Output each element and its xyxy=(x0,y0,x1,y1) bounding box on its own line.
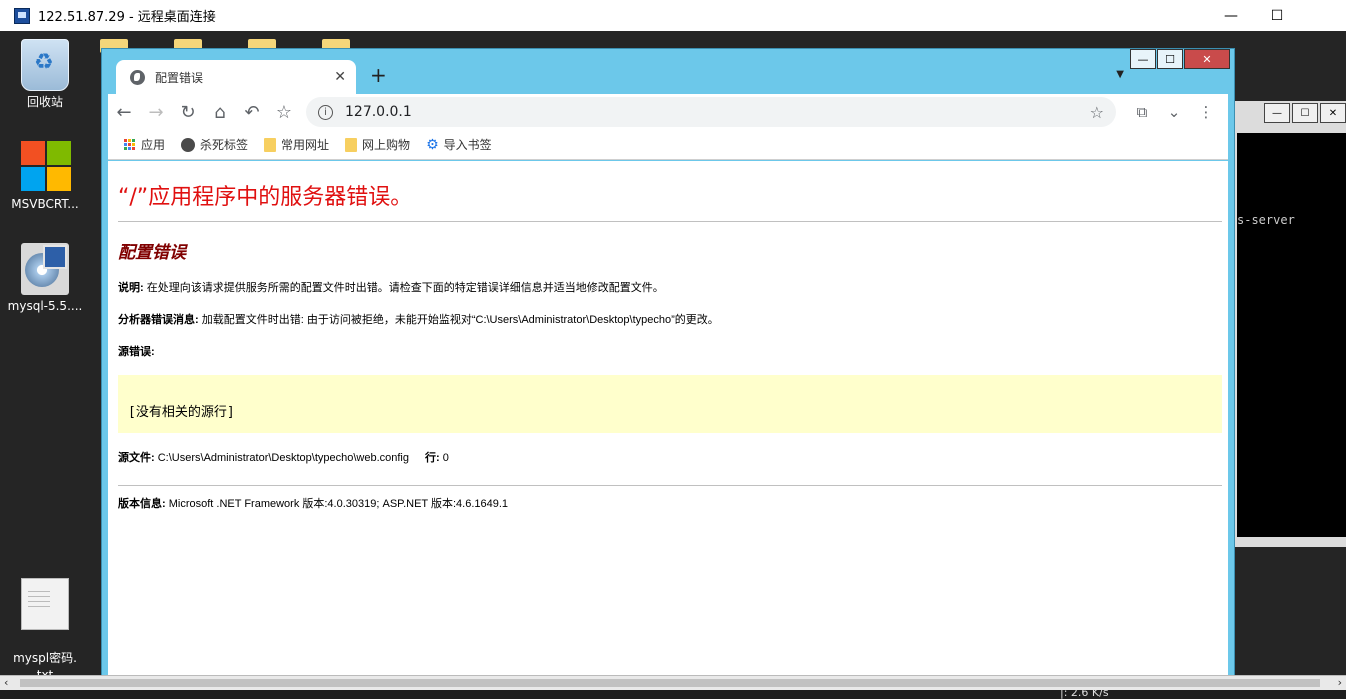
scrollbar-thumb[interactable] xyxy=(20,679,1320,687)
globe-icon xyxy=(181,137,196,152)
bookmark-label: 导入书签 xyxy=(443,138,492,152)
browser-maximize-button[interactable]: ☐ xyxy=(1157,49,1183,69)
rdp-window-title: 122.51.87.29 - 远程桌面连接 xyxy=(38,10,216,25)
desktop-icon-label: mysql-5.5.... xyxy=(7,299,83,313)
error-subtitle: 配置错误 xyxy=(118,243,186,263)
browser-toolbar: ← → ↻ ⌂ ↶ ☆ i 127.0.0.1 ☆ ⧉ ⌄ ⋮ xyxy=(108,94,1228,130)
source-file-info: 源文件: C:\Users\Administrator\Desktop\type… xyxy=(118,449,1222,465)
source-file-path: C:\Users\Administrator\Desktop\typecho\w… xyxy=(154,452,409,464)
globe-icon xyxy=(130,69,145,85)
source-error-heading: 源错误: xyxy=(118,343,1222,359)
recycle-bin-icon xyxy=(21,39,69,91)
line-number: 0 xyxy=(439,452,449,464)
bookmark-common-sites[interactable]: 常用网址 xyxy=(264,136,329,153)
browser-window-controls: — ☐ ✕ xyxy=(1129,49,1230,69)
bookmark-label: 应用 xyxy=(141,138,166,152)
scroll-right-icon[interactable]: › xyxy=(1338,676,1342,689)
new-tab-button[interactable]: + xyxy=(370,63,387,87)
back-arrow-icon[interactable]: ← xyxy=(108,102,140,123)
reload-icon[interactable]: ↻ xyxy=(172,102,204,123)
folder-icon xyxy=(264,137,277,152)
installer-disc-icon xyxy=(21,243,69,295)
horizontal-scrollbar[interactable]: ‹ › xyxy=(0,675,1346,690)
desktop-icon-mysql-installer[interactable]: mysql-5.5.... xyxy=(5,243,85,315)
taskbar: |: 2.6 K/s xyxy=(0,690,1346,699)
console-close-button[interactable]: ✕ xyxy=(1320,103,1346,123)
forward-arrow-icon[interactable]: → xyxy=(140,102,172,123)
bookmark-kill-tabs[interactable]: 杀死标签 xyxy=(181,136,248,153)
menu-kebab-icon[interactable]: ⋮ xyxy=(1190,103,1222,121)
bookmark-label: 网上购物 xyxy=(362,138,411,152)
tab-search-menu-icon[interactable]: ▼ xyxy=(1116,69,1124,80)
undo-icon[interactable]: ↶ xyxy=(236,102,268,123)
bookmark-apps[interactable]: 应用 xyxy=(124,136,165,153)
remote-desktop: 回收站 MSVBCRT... mysql-5.5.... myspl密码. tx… xyxy=(0,31,1346,699)
browser-window: — ☐ ✕ 配置错误 ✕ + ▼ ← → ↻ ⌂ ↶ ☆ i 127.0.0.1… xyxy=(101,48,1235,699)
desktop-icon-label: 回收站 xyxy=(26,95,63,109)
microsoft-logo-icon xyxy=(21,141,71,193)
version-text: Microsoft .NET Framework 版本:4.0.30319; A… xyxy=(165,498,509,510)
bookmarks-bar: 应用 杀死标签 常用网址 网上购物 ⚙ 导入书签 xyxy=(108,130,1228,160)
rdp-window-controls: — ☐ xyxy=(1208,0,1346,31)
console-minimize-button[interactable]: — xyxy=(1264,103,1290,123)
source-file-label: 源文件: xyxy=(118,452,155,464)
bookmark-label: 杀死标签 xyxy=(200,138,249,152)
desktop-icon-recycle-bin[interactable]: 回收站 xyxy=(5,39,85,111)
site-info-icon[interactable]: i xyxy=(318,104,333,120)
remote-desktop-icon xyxy=(14,7,30,24)
bookmark-shopping[interactable]: 网上购物 xyxy=(345,136,410,153)
source-code-box: [没有相关的源行] xyxy=(118,375,1222,433)
desktop-icon-msvbcrt[interactable]: MSVBCRT... xyxy=(5,141,85,213)
version-label: 版本信息: xyxy=(118,498,166,510)
rdp-titlebar: 122.51.87.29 - 远程桌面连接 — ☐ xyxy=(0,0,1346,31)
scroll-left-icon[interactable]: ‹ xyxy=(4,676,8,689)
bookmark-import[interactable]: ⚙ 导入书签 xyxy=(426,136,492,153)
console-window[interactable]: — ☐ ✕ s-server xyxy=(1226,101,1346,547)
crop-icon[interactable]: ⧉ xyxy=(1126,103,1158,121)
tab-close-icon[interactable]: ✕ xyxy=(334,69,346,85)
apps-grid-icon xyxy=(124,138,136,151)
console-text: s-server xyxy=(1237,213,1295,227)
star-icon[interactable]: ☆ xyxy=(268,102,300,123)
text-file-icon xyxy=(21,578,69,630)
tab-title: 配置错误 xyxy=(155,70,204,85)
source-error-label: 源错误: xyxy=(118,346,155,358)
rdp-minimize-button[interactable]: — xyxy=(1208,0,1254,31)
console-window-controls: — ☐ ✕ xyxy=(1227,101,1346,127)
double-chevron-down-icon[interactable]: ⌄ xyxy=(1158,103,1190,121)
error-description: 说明: 在处理向该请求提供服务所需的配置文件时出错。请检查下面的特定错误详细信息… xyxy=(118,279,1222,295)
desktop-icon-label: MSVBCRT... xyxy=(11,197,79,211)
source-code-text: [没有相关的源行] xyxy=(128,405,235,420)
gear-icon: ⚙ xyxy=(426,136,439,153)
description-text: 在处理向该请求提供服务所需的配置文件时出错。请检查下面的特定错误详细信息并适当地… xyxy=(143,282,664,294)
console-output: s-server xyxy=(1237,133,1346,537)
browser-minimize-button[interactable]: — xyxy=(1130,49,1156,69)
network-speed: |: 2.6 K/s xyxy=(1060,690,1109,699)
console-maximize-button[interactable]: ☐ xyxy=(1292,103,1318,123)
home-icon[interactable]: ⌂ xyxy=(204,102,236,123)
url-text[interactable]: 127.0.0.1 xyxy=(345,104,1090,120)
tab-config-error[interactable]: 配置错误 ✕ xyxy=(116,60,356,94)
rdp-close-area[interactable] xyxy=(1300,0,1346,31)
description-label: 说明: xyxy=(118,282,144,294)
bookmark-star-icon[interactable]: ☆ xyxy=(1090,103,1104,122)
line-label: 行: xyxy=(425,452,440,464)
page-content: “/”应用程序中的服务器错误。 配置错误 说明: 在处理向该请求提供服务所需的配… xyxy=(108,161,1228,699)
browser-close-button[interactable]: ✕ xyxy=(1184,49,1230,69)
parser-error-label: 分析器错误消息: xyxy=(118,314,199,326)
address-bar[interactable]: i 127.0.0.1 ☆ xyxy=(306,97,1116,127)
toolbar-extensions: ⧉ ⌄ ⋮ xyxy=(1126,103,1222,121)
parser-error-message: 分析器错误消息: 加载配置文件时出错: 由于访问被拒绝，未能开始监视对“C:\U… xyxy=(118,311,1222,327)
page-title: “/”应用程序中的服务器错误。 xyxy=(118,179,1222,222)
version-info: 版本信息: Microsoft .NET Framework 版本:4.0.30… xyxy=(118,485,1222,511)
parser-error-text: 加载配置文件时出错: 由于访问被拒绝，未能开始监视对“C:\Users\Admi… xyxy=(198,314,719,326)
rdp-maximize-button[interactable]: ☐ xyxy=(1254,0,1300,31)
folder-icon xyxy=(345,137,358,152)
bookmark-label: 常用网址 xyxy=(281,138,330,152)
